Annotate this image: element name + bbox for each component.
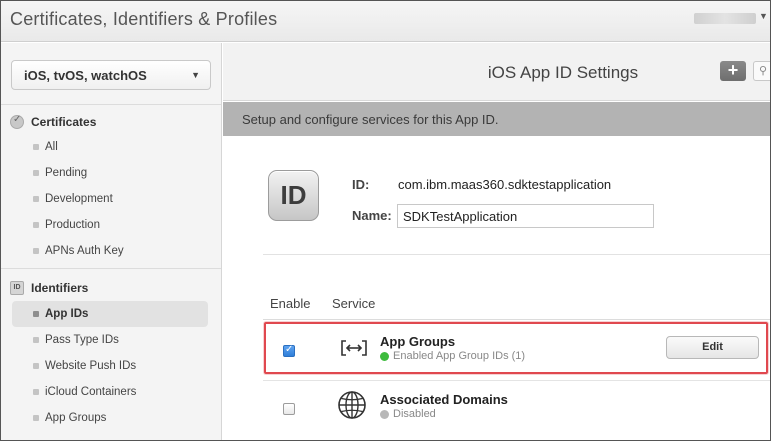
sidebar-item-pending[interactable]: Pending <box>12 160 208 186</box>
sidebar-item-label: iCloud Containers <box>45 386 137 398</box>
search-icon: ⚲ <box>759 65 768 77</box>
divider <box>263 319 771 320</box>
sidebar-item-icloud-containers[interactable]: iCloud Containers <box>12 379 208 405</box>
sidebar-item-label: App IDs <box>45 308 89 320</box>
column-header-enable: Enable <box>270 296 311 311</box>
status-dot-icon <box>380 409 389 419</box>
bullet-icon <box>33 196 39 202</box>
app-id-badge-icon: ID <box>268 170 319 221</box>
sidebar-divider <box>0 104 221 105</box>
bullet-icon <box>33 170 39 176</box>
globe-icon <box>338 391 366 419</box>
section-title: Certificates <box>31 115 97 129</box>
associated-domains-checkbox[interactable] <box>283 403 295 415</box>
id-icon: ID <box>10 281 24 295</box>
section-identifiers: ID Identifiers <box>10 279 88 297</box>
search-button[interactable]: ⚲ <box>753 61 771 81</box>
name-label: Name: <box>352 208 392 223</box>
sidebar-item-label: Pass Type IDs <box>45 334 119 346</box>
id-value: com.ibm.maas360.sdktestapplication <box>398 177 612 192</box>
certificate-icon <box>10 114 24 129</box>
bullet-icon <box>33 337 39 343</box>
sidebar-item-label: Website Push IDs <box>45 360 137 372</box>
bullet-icon <box>33 248 39 254</box>
account-name-redacted[interactable] <box>694 13 756 24</box>
sidebar-item-label: Development <box>45 193 113 205</box>
page-title: iOS App ID Settings <box>487 63 639 82</box>
service-status-text: Disabled <box>393 408 436 420</box>
app-title: Certificates, Identifiers & Profiles <box>10 9 278 29</box>
sidebar-item-label: App Groups <box>45 412 107 424</box>
name-field[interactable]: SDKTestApplication <box>397 204 654 228</box>
info-banner: Setup and configure services for this Ap… <box>223 102 771 136</box>
chevron-down-icon[interactable]: ▼ <box>759 11 768 21</box>
sidebar-item-pass-type-ids[interactable]: Pass Type IDs <box>12 327 208 353</box>
top-header: Certificates, Identifiers & Profiles ▼ <box>0 0 771 42</box>
sidebar-item-all[interactable]: All <box>12 134 208 160</box>
bullet-icon <box>33 415 39 421</box>
highlight-annotation <box>264 322 768 374</box>
sidebar-item-label: APNs Auth Key <box>45 245 124 257</box>
bullet-icon <box>33 363 39 369</box>
bullet-icon <box>33 389 39 395</box>
platform-select-value: iOS, tvOS, watchOS <box>24 68 147 83</box>
column-header-service: Service <box>332 296 376 311</box>
add-button[interactable]: + <box>720 61 746 81</box>
bullet-icon <box>33 222 39 228</box>
service-status: Disabled <box>380 408 436 420</box>
chevron-down-icon: ▼ <box>191 70 200 80</box>
bullet-icon <box>33 311 39 317</box>
main-header: iOS App ID Settings + ⚲ <box>223 43 771 101</box>
sidebar-divider <box>0 268 221 269</box>
sidebar-item-label: Production <box>45 219 100 231</box>
divider <box>263 254 771 255</box>
sidebar: iOS, tvOS, watchOS ▼ Certificates All Pe… <box>0 43 222 441</box>
sidebar-item-development[interactable]: Development <box>12 186 208 212</box>
sidebar-item-app-ids[interactable]: App IDs <box>12 301 208 327</box>
sidebar-item-production[interactable]: Production <box>12 212 208 238</box>
section-certificates: Certificates <box>10 113 96 131</box>
id-label: ID: <box>352 177 370 192</box>
sidebar-item-apns-auth-key[interactable]: APNs Auth Key <box>12 238 208 264</box>
sidebar-item-label: Pending <box>45 167 88 179</box>
section-title: Identifiers <box>31 281 89 295</box>
platform-select[interactable]: iOS, tvOS, watchOS ▼ <box>11 60 211 90</box>
sidebar-item-app-groups[interactable]: App Groups <box>12 405 208 431</box>
bullet-icon <box>33 144 39 150</box>
divider <box>263 380 771 381</box>
sidebar-item-website-push-ids[interactable]: Website Push IDs <box>12 353 208 379</box>
sidebar-item-label: All <box>45 141 58 153</box>
service-name: Associated Domains <box>380 392 508 407</box>
